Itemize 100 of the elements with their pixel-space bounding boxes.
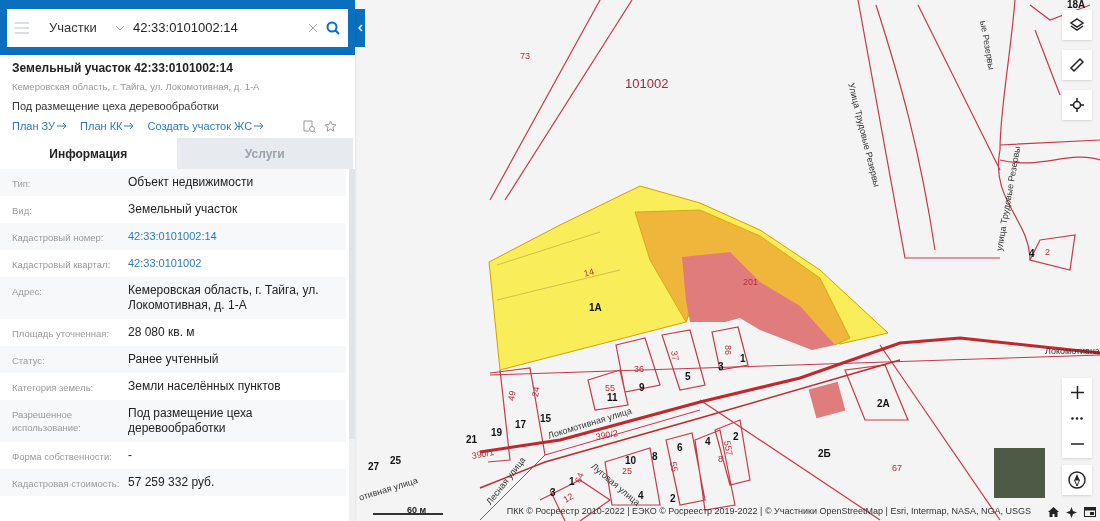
arrow-right-icon [57, 122, 68, 130]
home-icon[interactable] [1048, 507, 1059, 517]
object-address: Кемеровская область, г. Тайга, ул. Локомотивная, д. 1-А [12, 80, 261, 94]
search-field[interactable]: Участки 42:33:0101002:14 [7, 9, 348, 47]
parcel-label: 18А [1067, 0, 1086, 10]
parcel-label: 4 [1029, 249, 1035, 259]
field-value: Кемеровская область, г. Тайга, ул. Локомотивная, д. 1-А [128, 283, 320, 314]
link[interactable]: Создать участок ЖС [147, 117, 265, 135]
arrow-right-icon [254, 122, 265, 130]
field-value: Объект недвижимости [128, 175, 254, 191]
parcel-label: 2 [1045, 248, 1050, 257]
parcel-label: 64 [574, 471, 586, 485]
parcel-label: 19 [491, 428, 503, 438]
field-value: Под размещение цеха деревообработки [128, 406, 254, 437]
field-label: Разрешенное использование: [12, 408, 82, 435]
ruler-button[interactable] [1062, 50, 1092, 80]
parcel-label: 73 [520, 52, 530, 61]
field-value: - [128, 448, 132, 464]
chevron-down-icon[interactable] [115, 25, 125, 31]
field-value: 28 080 кв. м [128, 325, 195, 341]
field-value: Земли населённых пунктов [128, 379, 281, 395]
parcel-label: 14 [583, 267, 595, 279]
scrollbar[interactable] [349, 169, 355, 521]
scale-label: 60 м [407, 504, 427, 517]
parcel-label: 3 [550, 488, 556, 498]
field-label: Кадастровая стоимость: [12, 477, 121, 491]
arrow-right-icon [124, 122, 135, 130]
parcel-label: 15 [540, 414, 552, 424]
minus-icon [1070, 443, 1084, 445]
field-label: Кадастровый квартал: [12, 258, 112, 272]
field-value: Ранее учтенный [128, 352, 219, 368]
street-label: отивная улица [358, 476, 419, 503]
parcel-label: 55 [605, 384, 615, 393]
parcel-label: 12 [562, 492, 576, 505]
parcel-label: 201 [743, 278, 759, 287]
parcel-label: 37 [669, 350, 680, 362]
star-icon[interactable] [324, 119, 337, 133]
parcel-label: 1 [740, 354, 746, 364]
field-value: 57 259 332 руб. [128, 475, 215, 491]
crosshair-icon[interactable] [1066, 506, 1077, 518]
field-label: Категория земель: [12, 381, 95, 395]
parcel-label: 27 [368, 462, 380, 472]
layer-dropdown[interactable]: Участки [49, 18, 107, 38]
parcel-label: 5 [685, 372, 691, 382]
parcel-label: 49 [507, 390, 518, 402]
compass-icon [1068, 471, 1086, 489]
parcel-label: 21 [466, 435, 478, 445]
parcel-label: 2 [733, 432, 739, 442]
parcel-label: 390/1 [471, 448, 495, 461]
parcel-label: 86 [723, 345, 732, 355]
parcel-label: 9 [639, 383, 645, 393]
field-label: Площадь уточненная: [12, 327, 111, 341]
parcel-label: 4 [638, 491, 644, 501]
parcel-label: 10 [625, 456, 637, 466]
search-icon[interactable] [326, 21, 340, 35]
object-title: Земельный участок 42:33:0101002:14 [12, 60, 234, 77]
parcel-label: 4 [705, 437, 711, 447]
link[interactable]: План ЗУ [12, 117, 68, 135]
parcel-label: 36 [634, 365, 644, 374]
search-input[interactable]: 42:33:0101002:14 [133, 18, 300, 38]
parcel-label: 6 [677, 443, 683, 453]
locate-button[interactable] [1062, 90, 1092, 120]
parcel-label: 2 [670, 494, 676, 504]
parcel-label: 55 [668, 461, 679, 473]
window-icon[interactable] [1084, 507, 1096, 517]
field-label: Форма собственности: [12, 450, 113, 464]
parcel-label: 2А [877, 399, 890, 409]
chevron-left-icon [357, 24, 363, 32]
street-label: улица Трудовые Резервы [995, 145, 1023, 252]
field-label: Тип: [12, 177, 32, 191]
layers-icon [1069, 17, 1085, 33]
parcel-label: 8 [652, 452, 658, 462]
parcel-label: 25 [390, 456, 402, 466]
street-label: Улица Трудовые Резервы [846, 82, 881, 188]
scale-bar [373, 513, 443, 515]
field-label: Вид: [12, 204, 33, 218]
parcel-label: 8 [718, 455, 723, 464]
street-label: ые Резервы [978, 20, 996, 71]
field-link[interactable]: 42:33:0101002 [128, 256, 202, 272]
field-label: Статус: [12, 354, 46, 368]
field-label: Кадастровый номер: [12, 231, 105, 245]
parcel-label: 67 [892, 464, 902, 473]
plus-icon [1070, 385, 1084, 399]
collapse-panel-button[interactable] [355, 9, 365, 47]
field-value: Земельный участок [128, 202, 238, 218]
field-label: Адрес: [12, 285, 43, 299]
parcel-label: 1А [589, 303, 602, 313]
crosshair-icon [1070, 98, 1084, 112]
parcel-label: 17 [515, 420, 527, 430]
link[interactable]: План КК [80, 117, 135, 135]
parcel-label: 25 [622, 467, 632, 476]
layers-button[interactable] [1062, 10, 1092, 40]
parcel-label: 2Б [818, 449, 831, 459]
quarter-label: 101002 [625, 77, 669, 90]
parcel-label: 24 [531, 386, 542, 398]
dots-icon [1071, 416, 1083, 420]
parcel-label: 557 [722, 440, 734, 457]
object-purpose: Под размещение цеха деревообработки [12, 99, 220, 115]
compass-button[interactable] [1062, 465, 1092, 495]
field-link[interactable]: 42:33:0101002:14 [128, 229, 217, 245]
